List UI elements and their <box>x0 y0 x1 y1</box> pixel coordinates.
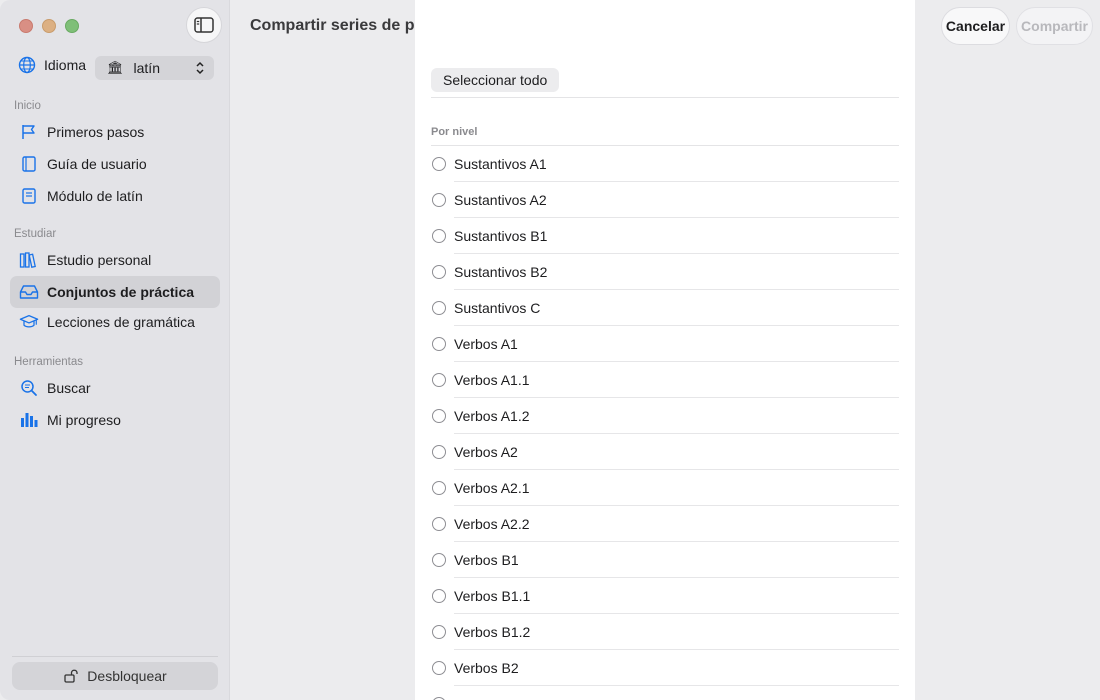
sidebar-item-modulo-de-latin[interactable]: Módulo de latín <box>10 180 220 212</box>
radio-button[interactable] <box>432 661 446 675</box>
list-item-label: Verbos A2.1 <box>454 480 530 496</box>
sidebar-item-buscar[interactable]: Buscar <box>10 372 220 404</box>
list-item[interactable]: Sustantivos A2 <box>431 182 899 218</box>
radio-button[interactable] <box>432 445 446 459</box>
radio-button[interactable] <box>432 193 446 207</box>
list-item-label: Verbos A1.1 <box>454 372 530 388</box>
magnifier-icon <box>19 378 39 398</box>
select-all-button[interactable]: Seleccionar todo <box>431 68 560 92</box>
globe-icon <box>18 56 36 74</box>
up-down-chevron-icon <box>196 61 204 75</box>
radio-button[interactable] <box>432 337 446 351</box>
separator <box>431 97 899 98</box>
list-item[interactable]: Sustantivos B2 <box>431 254 899 290</box>
list-item-label: Sustantivos B1 <box>454 228 548 244</box>
close-window-button[interactable] <box>19 19 33 33</box>
list-item-label: Sustantivos A2 <box>454 192 547 208</box>
radio-button[interactable] <box>432 373 446 387</box>
list-item-label: Sustantivos C <box>454 300 541 316</box>
radio-button[interactable] <box>432 553 446 567</box>
list-item[interactable]: Verbos A1.1 <box>431 362 899 398</box>
book-icon <box>19 154 39 174</box>
temple-icon: 🏛 <box>107 60 124 75</box>
book-closed-icon <box>19 186 39 206</box>
list-item-label: Verbos B1 <box>454 552 519 568</box>
language-label: Idioma <box>44 57 87 73</box>
share-button[interactable]: Compartir <box>1016 7 1093 45</box>
section-title-estudiar: Estudiar <box>14 228 57 240</box>
unlock-label: Desbloquear <box>87 668 167 684</box>
sidebar-item-label: Primeros pasos <box>47 124 145 140</box>
flag-icon <box>19 122 39 142</box>
sidebar-item-label: Lecciones de gramática <box>47 314 195 330</box>
list-item[interactable]: Sustantivos A1 <box>431 146 899 182</box>
radio-button[interactable] <box>432 589 446 603</box>
list-item[interactable]: Verbos B1.2 <box>431 614 899 650</box>
minimize-window-button[interactable] <box>42 19 56 33</box>
sidebar-item-conjuntos-de-practica[interactable]: Conjuntos de práctica <box>10 276 220 308</box>
list-item[interactable]: Sustantivos C <box>431 290 899 326</box>
sidebar-item-estudio-personal[interactable]: Estudio personal <box>10 244 220 276</box>
sidebar-item-label: Conjuntos de práctica <box>47 284 195 300</box>
list-item[interactable]: Verbos A2.1 <box>431 470 899 506</box>
radio-button[interactable] <box>432 229 446 243</box>
bar-chart-icon <box>19 410 39 430</box>
radio-button[interactable] <box>432 409 446 423</box>
window-controls <box>19 19 79 33</box>
list-item[interactable]: Verbos B2 <box>431 650 899 686</box>
unlock-icon <box>63 668 79 684</box>
radio-button[interactable] <box>432 517 446 531</box>
zoom-window-button[interactable] <box>65 19 79 33</box>
list-item[interactable]: Verbos B1 <box>431 542 899 578</box>
sidebar-item-mi-progreso[interactable]: Mi progreso <box>10 404 220 436</box>
list-item[interactable]: Verbos B1.1 <box>431 578 899 614</box>
sidebar-item-guia-de-usuario[interactable]: Guía de usuario <box>10 148 220 180</box>
sidebar-item-label: Mi progreso <box>47 412 121 428</box>
section-title-inicio: Inicio <box>14 100 41 112</box>
sidebar-item-label: Estudio personal <box>47 252 152 268</box>
sidebar-item-label: Guía de usuario <box>47 156 147 172</box>
list-item-label: Verbos A2.2 <box>454 516 530 532</box>
list-item[interactable]: Verbos A1 <box>431 326 899 362</box>
sidebar-item-primeros-pasos[interactable]: Primeros pasos <box>10 116 220 148</box>
list-item-label: Verbos B2 <box>454 660 519 676</box>
main-area: Compartir series de práctica Seleccionar… <box>231 0 1100 700</box>
list-item[interactable]: Verbos A2.2 <box>431 506 899 542</box>
sidebar-toggle-button[interactable] <box>186 7 222 43</box>
sidebar-item-label: Buscar <box>47 380 91 396</box>
radio-button[interactable] <box>432 157 446 171</box>
list-item-label: Sustantivos A1 <box>454 156 547 172</box>
cancel-button[interactable]: Cancelar <box>941 7 1010 45</box>
unlock-button[interactable]: Desbloquear <box>12 662 218 690</box>
section-title-herramientas: Herramientas <box>14 356 84 368</box>
list-item-partial[interactable] <box>431 686 899 700</box>
books-icon <box>19 250 39 270</box>
list-item[interactable]: Sustantivos B1 <box>431 218 899 254</box>
list-item-label: Verbos A1 <box>454 336 518 352</box>
app-window: Idioma 🏛 latín Inicio Primeros pasos Guí… <box>0 0 1100 700</box>
list-item[interactable]: Verbos A1.2 <box>431 398 899 434</box>
sidebar-toggle-icon <box>194 17 214 33</box>
tray-icon <box>19 282 39 302</box>
language-select[interactable]: 🏛 latín <box>95 56 214 80</box>
radio-button[interactable] <box>432 625 446 639</box>
list-item-label: Verbos A1.2 <box>454 408 530 424</box>
list-item-label: Verbos A2 <box>454 444 518 460</box>
radio-button[interactable] <box>432 265 446 279</box>
sidebar-divider <box>12 656 218 657</box>
group-header: Por nivel <box>431 126 478 138</box>
graduation-cap-icon <box>19 312 39 332</box>
sidebar: Idioma 🏛 latín Inicio Primeros pasos Guí… <box>0 0 230 700</box>
list-item-label: Verbos B1.2 <box>454 624 531 640</box>
radio-button[interactable] <box>432 301 446 315</box>
list-item[interactable]: Verbos A2 <box>431 434 899 470</box>
language-value: latín <box>133 60 160 76</box>
sidebar-item-label: Módulo de latín <box>47 188 143 204</box>
language-row: Idioma <box>18 56 86 74</box>
list-item-label: Sustantivos B2 <box>454 264 548 280</box>
share-sheet: Seleccionar todo Por nivel Sustantivos A… <box>415 0 915 700</box>
sidebar-item-lecciones-de-gramatica[interactable]: Lecciones de gramática <box>10 306 220 338</box>
list-item-label: Verbos B1.1 <box>454 588 531 604</box>
radio-button[interactable] <box>432 481 446 495</box>
